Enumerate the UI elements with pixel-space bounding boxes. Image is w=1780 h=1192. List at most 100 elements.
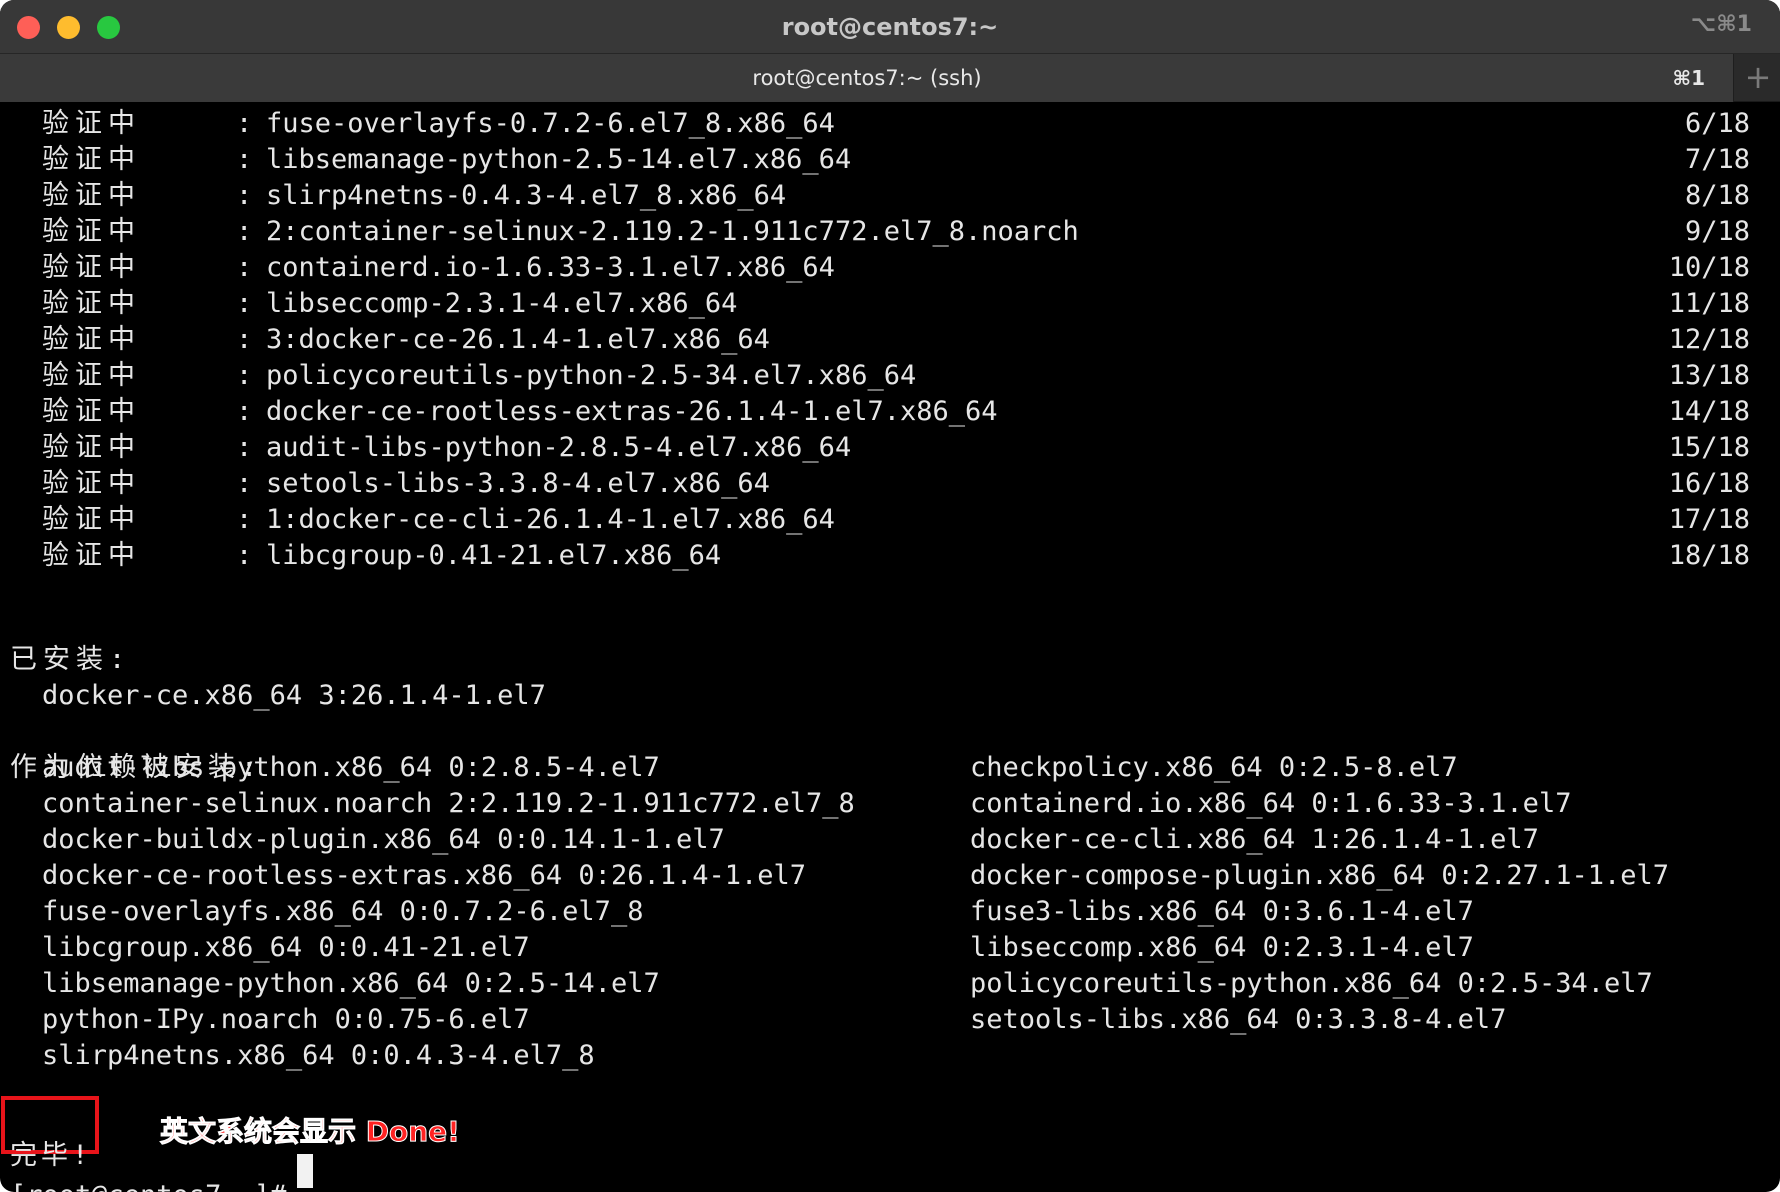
- verify-row: 验证中: audit-libs-python-2.8.5-4.el7.x86_64…: [0, 430, 1780, 466]
- dependency-row: libsemanage-python.x86_64 0:2.5-14.el7 po…: [0, 966, 1780, 1002]
- dependency-right: docker-compose-plugin.x86_64 0:2.27.1-1.…: [970, 860, 1669, 891]
- verify-row: 验证中: setools-libs-3.3.8-4.el7.x86_64 16/18: [0, 466, 1780, 502]
- verify-colon: :: [236, 432, 253, 463]
- verify-label: 验证中: [42, 108, 141, 139]
- verify-package: setools-libs-3.3.8-4.el7.x86_64: [266, 468, 770, 499]
- dependency-row: python-IPy.noarch 0:0.75-6.el7 setools-li…: [0, 1002, 1780, 1038]
- verify-label: 验证中: [42, 180, 141, 211]
- verify-count: 18/18: [1668, 540, 1750, 571]
- verify-count: 17/18: [1668, 504, 1750, 535]
- verify-colon: :: [236, 468, 253, 499]
- dependency-right: policycoreutils-python.x86_64 0:2.5-34.e…: [970, 968, 1653, 999]
- verify-row: 验证中: slirp4netns-0.4.3-4.el7_8.x86_64 8/18: [0, 178, 1780, 214]
- dependency-right: libseccomp.x86_64 0:2.3.1-4.el7: [970, 932, 1474, 963]
- verify-count: 11/18: [1668, 288, 1750, 319]
- window-title: root@centos7:~: [781, 13, 999, 41]
- done-annotation: 英文系统会显示 Done!: [160, 1115, 461, 1149]
- verify-colon: :: [236, 360, 253, 391]
- new-tab-button[interactable]: +: [1736, 54, 1780, 102]
- tab-shortcut: ⌘1: [1672, 66, 1705, 90]
- dependency-left: audit-libs-python.x86_64 0:2.8.5-4.el7: [42, 752, 660, 783]
- verify-row: 验证中: libsemanage-python-2.5-14.el7.x86_64…: [0, 142, 1780, 178]
- verify-label: 验证中: [42, 216, 141, 247]
- verify-colon: :: [236, 144, 253, 175]
- dependency-row: container-selinux.noarch 2:2.119.2-1.911…: [0, 786, 1780, 822]
- verify-count: 15/18: [1668, 432, 1750, 463]
- verify-colon: :: [236, 504, 253, 535]
- dependency-right: docker-ce-cli.x86_64 1:26.1.4-1.el7: [970, 824, 1539, 855]
- verify-colon: :: [236, 324, 253, 355]
- installed-item: docker-ce.x86_64 3:26.1.4-1.el7: [42, 680, 546, 711]
- dependency-row: audit-libs-python.x86_64 0:2.8.5-4.el7 ch…: [0, 750, 1780, 786]
- verify-package: libcgroup-0.41-21.el7.x86_64: [266, 540, 722, 571]
- dependency-left: libsemanage-python.x86_64 0:2.5-14.el7: [42, 968, 660, 999]
- terminal-cursor: [297, 1154, 313, 1188]
- verify-label: 验证中: [42, 144, 141, 175]
- verify-package: fuse-overlayfs-0.7.2-6.el7_8.x86_64: [266, 108, 835, 139]
- dependency-left: fuse-overlayfs.x86_64 0:0.7.2-6.el7_8: [42, 896, 644, 927]
- dependency-left: slirp4netns.x86_64 0:0.4.3-4.el7_8: [42, 1040, 595, 1071]
- verify-row: 验证中: docker-ce-rootless-extras-26.1.4-1.e…: [0, 394, 1780, 430]
- tab-bar: root@centos7:~ (ssh) ⌘1 +: [0, 54, 1780, 102]
- dependency-row: slirp4netns.x86_64 0:0.4.3-4.el7_8: [0, 1038, 1780, 1074]
- dependency-row: docker-buildx-plugin.x86_64 0:0.14.1-1.e…: [0, 822, 1780, 858]
- dependency-row: docker-ce-rootless-extras.x86_64 0:26.1.…: [0, 858, 1780, 894]
- verify-label: 验证中: [42, 324, 141, 355]
- verify-package: libsemanage-python-2.5-14.el7.x86_64: [266, 144, 852, 175]
- terminal-window: root@centos7:~ ⌥⌘1 root@centos7:~ (ssh) …: [0, 0, 1780, 1192]
- verify-row: 验证中: libcgroup-0.41-21.el7.x86_64 18/18: [0, 538, 1780, 574]
- verify-row: 验证中: libseccomp-2.3.1-4.el7.x86_64 11/18: [0, 286, 1780, 322]
- dependency-right: setools-libs.x86_64 0:3.3.8-4.el7: [970, 1004, 1507, 1035]
- verify-count: 14/18: [1668, 396, 1750, 427]
- verify-package: libseccomp-2.3.1-4.el7.x86_64: [266, 288, 738, 319]
- verify-package: 2:container-selinux-2.119.2-1.911c772.el…: [266, 216, 1079, 247]
- verify-package: containerd.io-1.6.33-3.1.el7.x86_64: [266, 252, 835, 283]
- tab-ssh[interactable]: root@centos7:~ (ssh) ⌘1: [0, 54, 1734, 102]
- verify-label: 验证中: [42, 396, 141, 427]
- verify-count: 8/18: [1684, 180, 1750, 211]
- dependency-left: docker-ce-rootless-extras.x86_64 0:26.1.…: [42, 860, 807, 891]
- verify-row: 验证中:1:docker-ce-cli-26.1.4-1.el7.x86_64 1…: [0, 502, 1780, 538]
- verify-count: 10/18: [1668, 252, 1750, 283]
- dependency-right: checkpolicy.x86_64 0:2.5-8.el7: [970, 752, 1458, 783]
- verify-row: 验证中: containerd.io-1.6.33-3.1.el7.x86_64 1…: [0, 250, 1780, 286]
- dependency-left: libcgroup.x86_64 0:0.41-21.el7: [42, 932, 530, 963]
- dependencies-heading-line: 作为依赖被安装:: [0, 714, 1780, 783]
- verify-label: 验证中: [42, 432, 141, 463]
- dependency-left: python-IPy.noarch 0:0.75-6.el7: [42, 1004, 530, 1035]
- verify-row: 验证中: policycoreutils-python-2.5-34.el7.x8…: [0, 358, 1780, 394]
- installed-heading-line: 已安装:: [0, 606, 1780, 675]
- verify-count: 12/18: [1668, 324, 1750, 355]
- verify-label: 验证中: [42, 504, 141, 535]
- verify-package: docker-ce-rootless-extras-26.1.4-1.el7.x…: [266, 396, 998, 427]
- verify-count: 16/18: [1668, 468, 1750, 499]
- verify-package: policycoreutils-python-2.5-34.el7.x86_64: [266, 360, 917, 391]
- verify-colon: :: [236, 540, 253, 571]
- verify-package: 1:docker-ce-cli-26.1.4-1.el7.x86_64: [266, 504, 835, 535]
- verify-colon: :: [236, 288, 253, 319]
- dependency-left: container-selinux.noarch 2:2.119.2-1.911…: [42, 788, 855, 819]
- verify-count: 6/18: [1684, 108, 1750, 139]
- verify-label: 验证中: [42, 288, 141, 319]
- verify-row: 验证中:2:container-selinux-2.119.2-1.911c77…: [0, 214, 1780, 250]
- verify-label: 验证中: [42, 540, 141, 571]
- verify-package: audit-libs-python-2.8.5-4.el7.x86_64: [266, 432, 852, 463]
- dependency-left: docker-buildx-plugin.x86_64 0:0.14.1-1.e…: [42, 824, 725, 855]
- verify-colon: :: [236, 108, 253, 139]
- verify-package: slirp4netns-0.4.3-4.el7_8.x86_64: [266, 180, 787, 211]
- verify-colon: :: [236, 252, 253, 283]
- shell-prompt: [root@centos7 ~]#: [10, 1178, 286, 1192]
- terminal-output[interactable]: 验证中: fuse-overlayfs-0.7.2-6.el7_8.x86_64 6…: [0, 102, 1780, 1192]
- verify-label: 验证中: [42, 252, 141, 283]
- dependency-row: fuse-overlayfs.x86_64 0:0.7.2-6.el7_8 fus…: [0, 894, 1780, 930]
- tab-title: root@centos7:~ (ssh): [752, 66, 982, 90]
- verify-count: 13/18: [1668, 360, 1750, 391]
- installed-item-line: docker-ce.x86_64 3:26.1.4-1.el7: [0, 642, 1780, 711]
- title-bar[interactable]: root@centos7:~ ⌥⌘1: [0, 0, 1780, 54]
- dependency-right: fuse3-libs.x86_64 0:3.6.1-4.el7: [970, 896, 1474, 927]
- window-shortcut: ⌥⌘1: [1690, 12, 1752, 37]
- verify-count: 7/18: [1684, 144, 1750, 175]
- verify-package: 3:docker-ce-26.1.4-1.el7.x86_64: [266, 324, 770, 355]
- verify-label: 验证中: [42, 468, 141, 499]
- verify-colon: :: [236, 216, 253, 247]
